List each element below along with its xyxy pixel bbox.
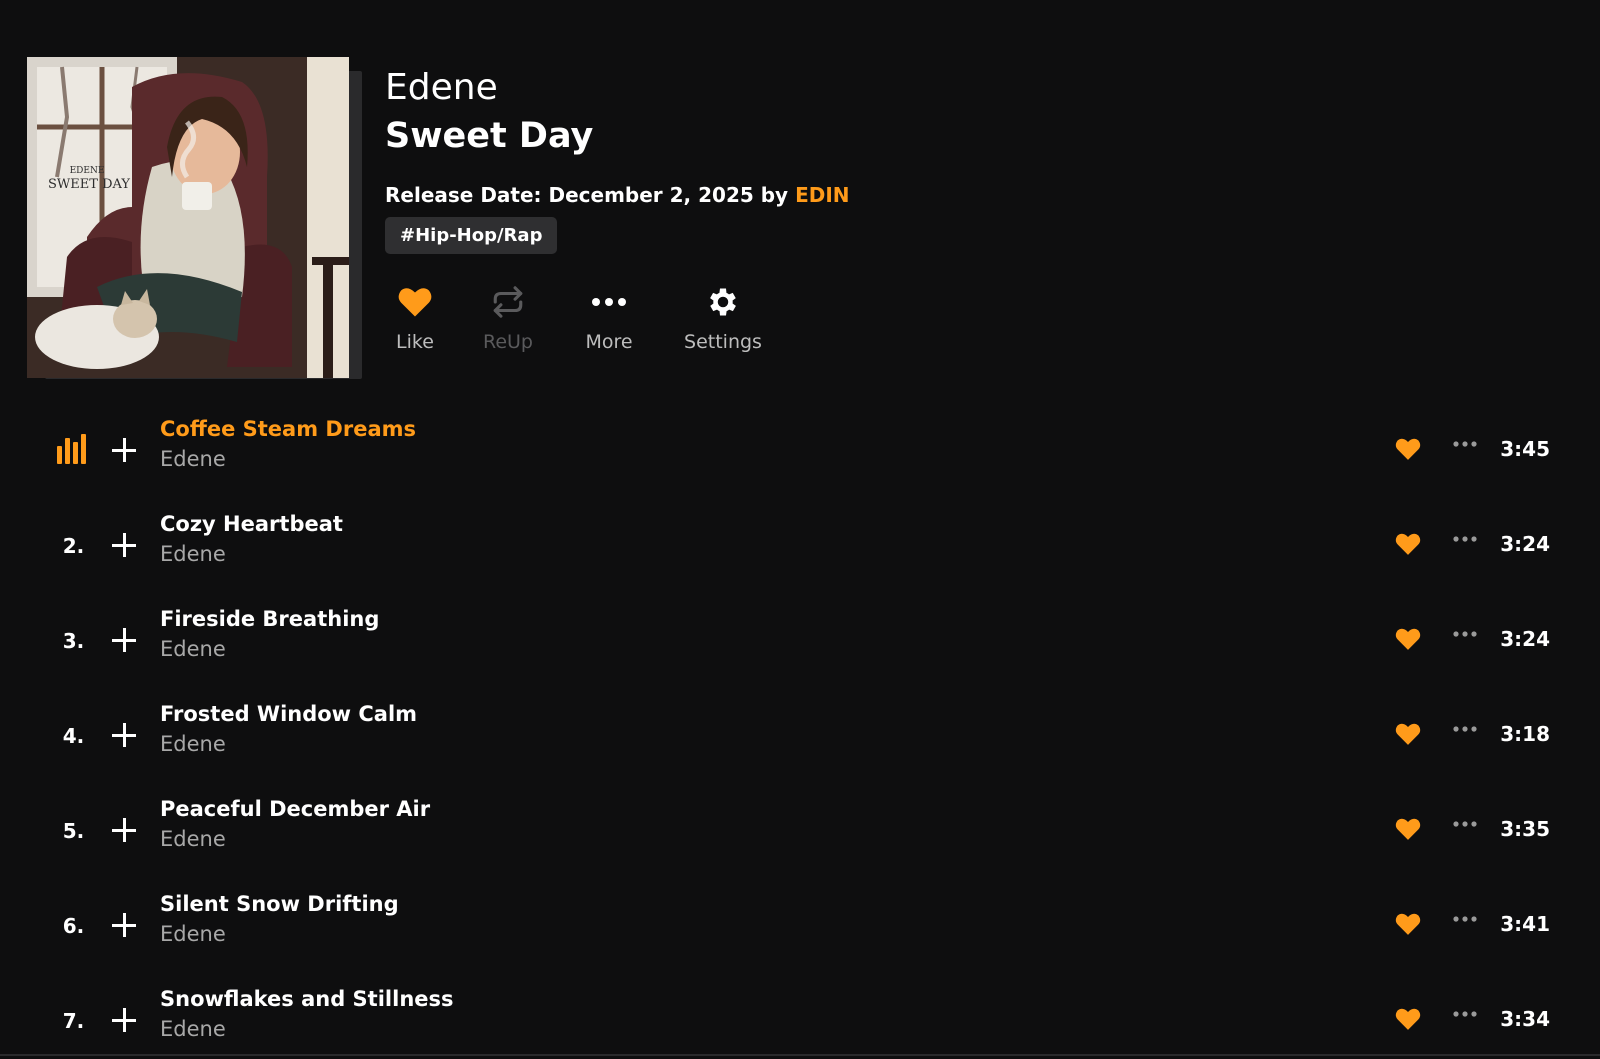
release-date-text: Release Date: December 2, 2025 by — [385, 183, 796, 207]
now-playing-icon — [57, 434, 86, 464]
track-row[interactable]: 6. Silent Snow Drifting Edene 3:41 — [0, 883, 1600, 978]
track-artist[interactable]: Edene — [160, 539, 226, 569]
track-artist[interactable]: Edene — [160, 634, 226, 664]
settings-label: Settings — [684, 331, 762, 353]
add-to-queue-button[interactable] — [108, 814, 140, 846]
track-like-heart-icon[interactable] — [1395, 912, 1421, 936]
divider — [0, 1054, 1600, 1056]
track-duration: 3:41 — [1500, 912, 1550, 936]
track-row[interactable]: 4. Frosted Window Calm Edene 3:18 — [0, 693, 1600, 788]
more-dots-icon — [592, 298, 626, 306]
track-number: 7. — [62, 1009, 85, 1033]
track-title[interactable]: Silent Snow Drifting — [160, 889, 399, 919]
track-more-icon[interactable] — [1452, 529, 1478, 549]
track-row[interactable]: Coffee Steam Dreams Edene 3:45 — [0, 408, 1600, 503]
track-title[interactable]: Fireside Breathing — [160, 604, 379, 634]
track-number: 3. — [62, 629, 85, 653]
more-button[interactable]: More — [559, 280, 659, 356]
add-to-queue-button[interactable] — [108, 719, 140, 751]
repost-icon — [493, 286, 523, 318]
track-duration: 3:35 — [1500, 817, 1550, 841]
track-artist[interactable]: Edene — [160, 729, 226, 759]
track-title[interactable]: Frosted Window Calm — [160, 699, 417, 729]
track-more-icon[interactable] — [1452, 624, 1478, 644]
track-artist[interactable]: Edene — [160, 824, 226, 854]
track-row[interactable]: 2. Cozy Heartbeat Edene 3:24 — [0, 503, 1600, 598]
track-duration: 3:24 — [1500, 627, 1550, 651]
track-artist[interactable]: Edene — [160, 1014, 226, 1044]
release-info: Release Date: December 2, 2025 by EDIN — [385, 180, 850, 210]
track-more-icon[interactable] — [1452, 814, 1478, 834]
track-row[interactable]: 5. Peaceful December Air Edene 3:35 — [0, 788, 1600, 883]
like-button[interactable]: Like — [365, 280, 465, 356]
track-number: 4. — [62, 724, 85, 748]
album-page: EDENE SWEET DAY Edene Sweet Day Release … — [0, 0, 1600, 1059]
album-title: Sweet Day — [385, 116, 594, 156]
cover-text-line1: EDENE — [70, 166, 105, 176]
track-duration: 3:24 — [1500, 532, 1550, 556]
track-like-heart-icon[interactable] — [1395, 627, 1421, 651]
album-info: Edene Sweet Day — [385, 64, 593, 160]
track-like-heart-icon[interactable] — [1395, 722, 1421, 746]
track-artist[interactable]: Edene — [160, 919, 226, 949]
album-cover-art: EDENE SWEET DAY — [27, 57, 349, 378]
track-title[interactable]: Coffee Steam Dreams — [160, 414, 416, 444]
add-to-queue-button[interactable] — [108, 624, 140, 656]
track-title[interactable]: Snowflakes and Stillness — [160, 984, 454, 1014]
reup-label: ReUp — [482, 331, 533, 353]
uploader-link[interactable]: EDIN — [795, 183, 849, 207]
track-more-icon[interactable] — [1452, 1004, 1478, 1024]
track-like-heart-icon[interactable] — [1395, 437, 1421, 461]
reup-button[interactable]: ReUp — [458, 280, 558, 356]
more-label: More — [585, 331, 633, 353]
heart-icon — [398, 288, 432, 317]
track-row[interactable]: 7. Snowflakes and Stillness Edene 3:34 — [0, 978, 1600, 1059]
track-duration: 3:18 — [1500, 722, 1550, 746]
add-to-queue-button[interactable] — [108, 909, 140, 941]
track-more-icon[interactable] — [1452, 909, 1478, 929]
track-more-icon[interactable] — [1452, 719, 1478, 739]
track-like-heart-icon[interactable] — [1395, 1007, 1421, 1031]
track-number: 5. — [62, 819, 85, 843]
track-title[interactable]: Cozy Heartbeat — [160, 509, 343, 539]
album-cover[interactable]: EDENE SWEET DAY — [27, 57, 362, 379]
track-duration: 3:45 — [1500, 437, 1550, 461]
add-to-queue-button[interactable] — [108, 529, 140, 561]
track-like-heart-icon[interactable] — [1395, 532, 1421, 556]
track-artist[interactable]: Edene — [160, 444, 226, 474]
settings-button[interactable]: Settings — [673, 280, 773, 356]
track-number: 6. — [62, 914, 85, 938]
like-label: Like — [396, 331, 434, 353]
track-more-icon[interactable] — [1452, 434, 1478, 454]
add-to-queue-button[interactable] — [108, 434, 140, 466]
album-artist[interactable]: Edene — [385, 64, 593, 112]
track-duration: 3:34 — [1500, 1007, 1550, 1031]
add-to-queue-button[interactable] — [108, 1004, 140, 1036]
track-title[interactable]: Peaceful December Air — [160, 794, 430, 824]
track-row[interactable]: 3. Fireside Breathing Edene 3:24 — [0, 598, 1600, 693]
cover-text-line2: SWEET DAY — [48, 177, 130, 192]
genre-tag[interactable]: #Hip-Hop/Rap — [385, 217, 558, 254]
track-number: 2. — [62, 534, 85, 558]
track-like-heart-icon[interactable] — [1395, 817, 1421, 841]
gear-icon — [710, 288, 736, 316]
